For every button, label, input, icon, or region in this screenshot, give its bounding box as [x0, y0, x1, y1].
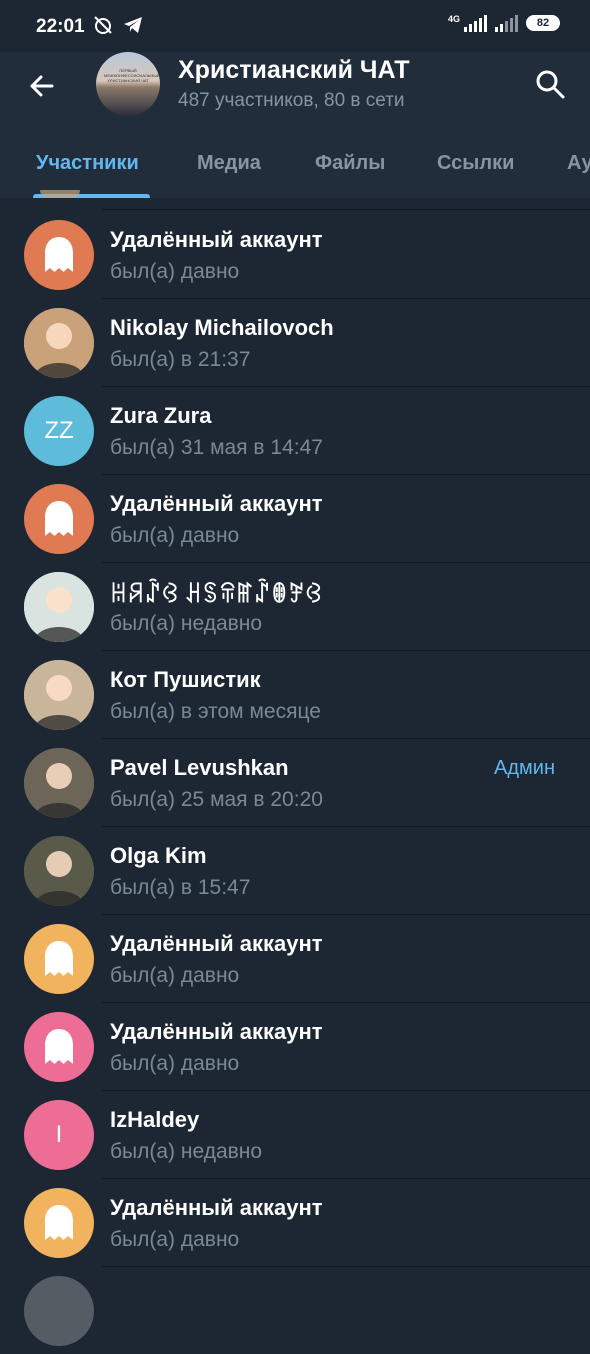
user-photo	[24, 748, 94, 818]
divider	[102, 1002, 590, 1003]
member-name: IzHaldey	[110, 1107, 200, 1132]
signal-2-icon	[495, 14, 518, 32]
avatar[interactable]	[24, 748, 94, 818]
signal-icon	[464, 14, 487, 32]
divider	[102, 914, 590, 915]
avatar[interactable]	[24, 836, 94, 906]
avatar[interactable]: I	[24, 1100, 94, 1170]
member-status: был(а) в 15:47	[110, 876, 251, 899]
divider	[102, 1266, 590, 1267]
member-row[interactable]: ꀍꋪꁳꃳ ꃅꌗꋖꂵꁳꂦꎇꃳ был(а) недавно	[0, 562, 590, 650]
member-status: был(а) 25 мая в 20:20	[110, 788, 323, 811]
user-photo	[24, 308, 94, 378]
member-status: был(а) давно	[110, 1052, 240, 1075]
user-photo	[24, 660, 94, 730]
admin-badge: Админ	[494, 757, 555, 779]
divider	[102, 298, 590, 299]
divider	[102, 562, 590, 563]
chat-subtitle: 487 участников, 80 в сети	[178, 90, 405, 111]
divider	[102, 650, 590, 651]
battery-level: 82	[536, 17, 550, 29]
member-name: Nikolay Michailovoch	[110, 315, 334, 340]
member-row[interactable]: Olga Kim был(а) в 15:47	[0, 826, 590, 914]
member-name: Удалённый аккаунт	[110, 931, 323, 956]
member-row[interactable]: Удалённый аккаунт был(а) давно	[0, 1002, 590, 1090]
member-row[interactable]: Удалённый аккаунт был(а) давно	[0, 210, 590, 298]
avatar-initials: ZZ	[44, 417, 74, 444]
user-photo	[24, 836, 94, 906]
member-name: Удалённый аккаунт	[110, 227, 323, 252]
member-name: Удалённый аккаунт	[110, 491, 323, 516]
tab-files[interactable]: Файлы	[315, 152, 385, 175]
member-status: был(а) недавно	[110, 612, 263, 635]
member-status: был(а) давно	[110, 524, 240, 547]
chat-title: Христианский ЧАТ	[178, 56, 410, 84]
alarm-off-icon	[94, 16, 112, 34]
member-status: был(а) в этом месяце	[110, 700, 321, 723]
user-photo	[24, 572, 94, 642]
divider	[102, 1090, 590, 1091]
divider	[102, 738, 590, 739]
tab-links[interactable]: Ссылки	[437, 152, 514, 175]
avatar-initials: I	[55, 1121, 63, 1148]
chat-avatar[interactable]: ПЕРВЫЙ МЕЖКОНФЕССИОНАЛЬНЫЙ ХРИСТИАНСКИЙ …	[96, 52, 160, 116]
member-status: был(а) давно	[110, 260, 240, 283]
member-row[interactable]: Pavel Levushkan был(а) 25 мая в 20:20 Адми…	[0, 738, 590, 826]
avatar[interactable]	[24, 220, 94, 290]
member-row[interactable]: ZZ Zura Zura был(а) 31 мая в 14:47	[0, 386, 590, 474]
avatar[interactable]	[24, 660, 94, 730]
avatar[interactable]	[24, 308, 94, 378]
member-row[interactable]: I IzHaldey был(а) недавно	[0, 1090, 590, 1178]
member-row[interactable]: Удалённый аккаунт был(а) давно	[0, 1178, 590, 1266]
member-row[interactable]: Кот Пушистик был(а) в этом месяце	[0, 650, 590, 738]
avatar[interactable]	[24, 1012, 94, 1082]
member-row[interactable]	[0, 1266, 590, 1354]
back-arrow-icon[interactable]	[22, 66, 62, 106]
tab-bar: Участники Медиа Файлы Ссылки Ау	[0, 138, 590, 198]
member-status: был(а) 31 мая в 14:47	[110, 436, 323, 459]
avatar[interactable]	[24, 924, 94, 994]
member-name: Olga Kim	[110, 843, 207, 868]
status-bar: 22:01 4G 82	[0, 0, 590, 52]
ghost-icon	[45, 941, 73, 976]
status-time: 22:01	[36, 16, 85, 37]
avatar[interactable]: ZZ	[24, 396, 94, 466]
member-name: Zura Zura	[110, 403, 212, 428]
avatar[interactable]	[24, 484, 94, 554]
member-name: ꀍꋪꁳꃳ ꃅꌗꋖꂵꁳꂦꎇꃳ	[110, 582, 323, 607]
ghost-icon	[45, 1029, 73, 1064]
member-status: был(а) недавно	[110, 1140, 263, 1163]
member-name: Удалённый аккаунт	[110, 1019, 323, 1044]
members-list: Удалённый аккаунт был(а) давно Nikolay Mic…	[0, 190, 590, 1354]
search-icon[interactable]	[532, 66, 568, 102]
ghost-icon	[45, 501, 73, 536]
network-type: 4G	[447, 14, 460, 24]
avatar[interactable]	[24, 1276, 94, 1346]
member-name: Pavel Levushkan	[110, 755, 289, 780]
chat-header: ПЕРВЫЙ МЕЖКОНФЕССИОНАЛЬНЫЙ ХРИСТИАНСКИЙ …	[0, 52, 590, 198]
tab-members[interactable]: Участники	[36, 152, 139, 175]
member-status: был(а) давно	[110, 964, 240, 987]
avatar[interactable]	[24, 572, 94, 642]
tab-audio[interactable]: Ау	[567, 152, 590, 175]
member-row[interactable]: Удалённый аккаунт был(а) давно	[0, 914, 590, 1002]
divider	[102, 386, 590, 387]
tab-media[interactable]: Медиа	[197, 152, 261, 175]
member-row[interactable]: Nikolay Michailovoch был(а) в 21:37	[0, 298, 590, 386]
member-name: Удалённый аккаунт	[110, 1195, 323, 1220]
divider	[102, 1178, 590, 1179]
member-name: Кот Пушистик	[110, 667, 261, 692]
member-status: был(а) в 21:37	[110, 348, 251, 371]
avatar[interactable]	[24, 1188, 94, 1258]
battery-icon: 82	[526, 15, 560, 31]
ghost-icon	[45, 1205, 73, 1240]
member-row[interactable]: Удалённый аккаунт был(а) давно	[0, 474, 590, 562]
divider	[102, 474, 590, 475]
telegram-icon	[124, 17, 142, 33]
chat-avatar-text: ПЕРВЫЙ МЕЖКОНФЕССИОНАЛЬНЫЙ ХРИСТИАНСКИЙ …	[104, 68, 160, 83]
ghost-icon	[45, 237, 73, 272]
divider	[102, 826, 590, 827]
member-status: был(а) давно	[110, 1228, 240, 1251]
